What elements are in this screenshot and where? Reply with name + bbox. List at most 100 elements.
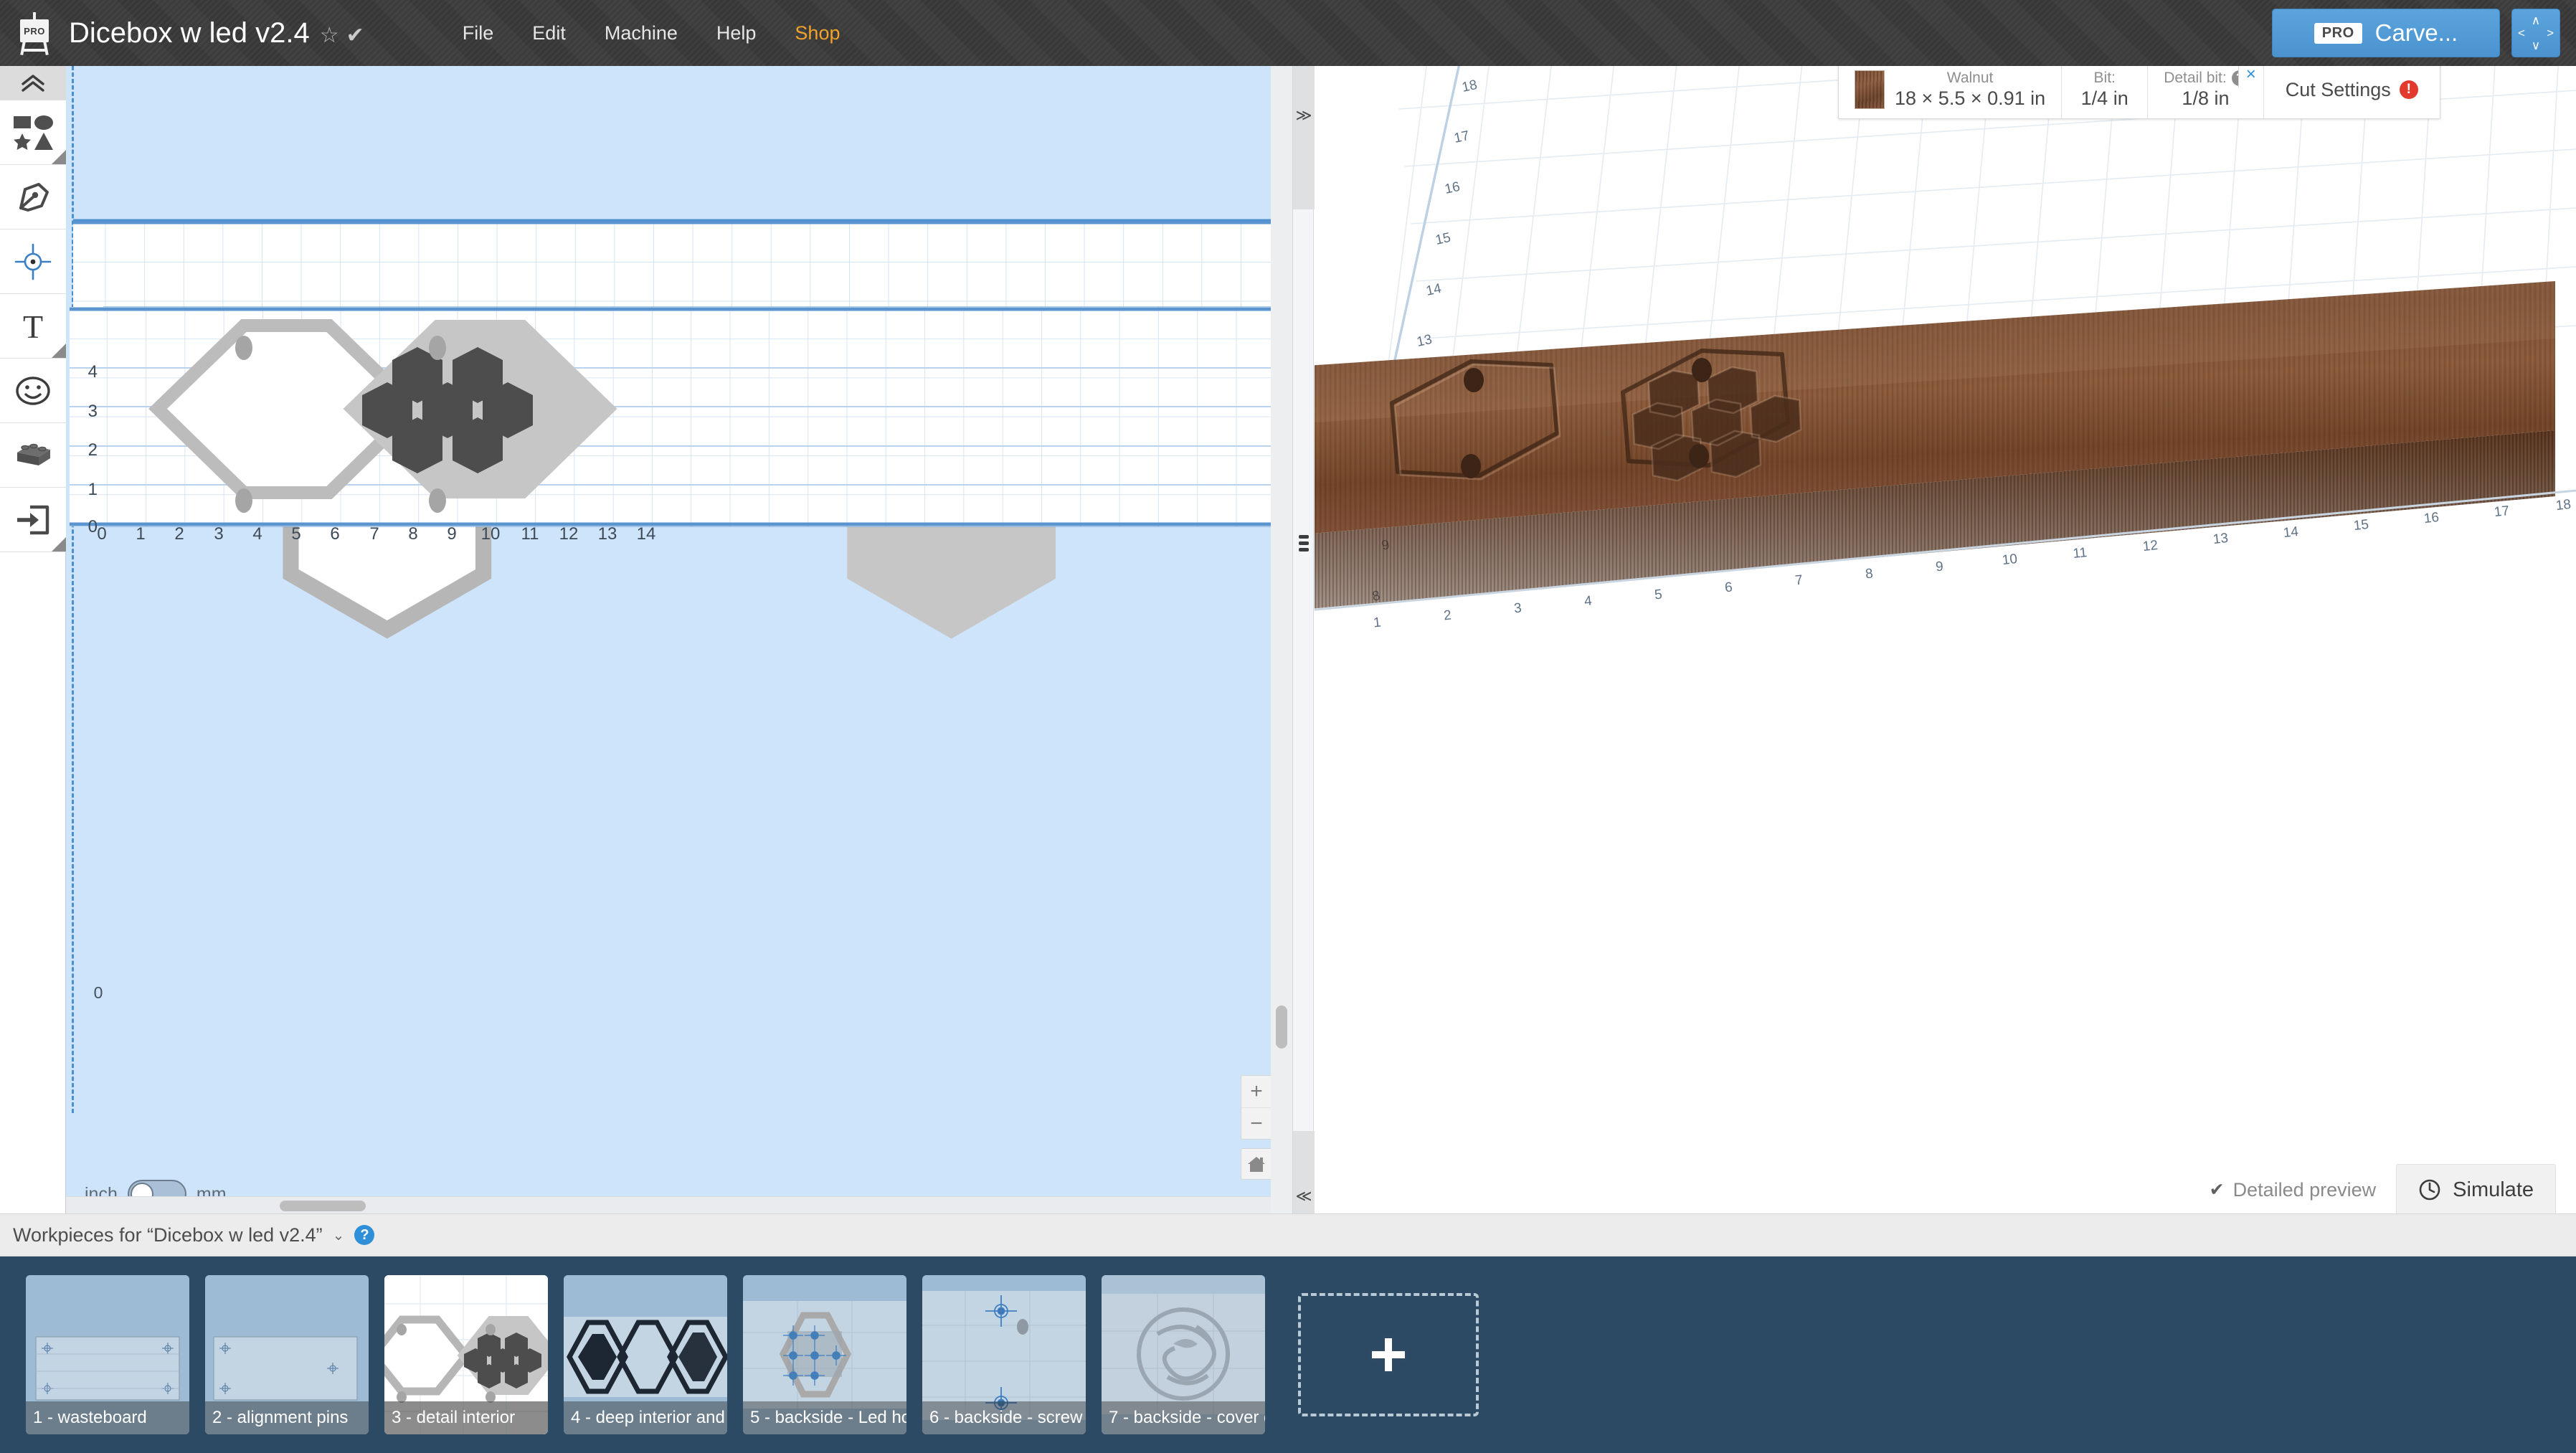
- shapes-more-corner[interactable]: [52, 150, 66, 164]
- svg-text:10: 10: [481, 524, 501, 544]
- preview-3d-svg[interactable]: 18 17 16 15 14 13 12 11 10 9 8: [1315, 66, 2576, 1231]
- logo-pro-text: PRO: [20, 19, 49, 42]
- svg-text:6: 6: [330, 524, 339, 544]
- canvas-vscroll-thumb[interactable]: [1276, 1005, 1287, 1049]
- lego-brick-icon: [13, 440, 53, 471]
- material-name: Walnut: [1947, 70, 1994, 87]
- workpieces-header: Workpieces for “Dicebox w led v2.4” ⌄ ?: [0, 1213, 2576, 1256]
- zoom-out-button[interactable]: −: [1241, 1107, 1272, 1139]
- dpad-left-icon: <: [2518, 27, 2525, 39]
- favorite-star-icon[interactable]: ☆: [320, 24, 339, 47]
- svg-text:9: 9: [1935, 559, 1944, 575]
- cut-settings-label: Cut Settings: [2286, 79, 2391, 101]
- canvas-vertical-scrollbar[interactable]: [1271, 66, 1292, 1231]
- svg-text:3: 3: [88, 402, 98, 421]
- add-workpiece-button[interactable]: [1298, 1293, 1479, 1416]
- menu-item-shop[interactable]: Shop: [775, 15, 859, 52]
- svg-text:18: 18: [2555, 497, 2572, 513]
- material-dimensions: 18 × 5.5 × 0.91 in: [1895, 87, 2045, 110]
- jog-dpad-button[interactable]: ∧ ∨ < >: [2511, 9, 2560, 57]
- dpad-right-icon: >: [2547, 27, 2554, 39]
- screw-hole-3: [1692, 358, 1712, 382]
- svg-text:14: 14: [2283, 524, 2300, 541]
- workpiece-label: 6 - backside - screw ...: [922, 1401, 1086, 1434]
- svg-text:15: 15: [2353, 517, 2369, 534]
- detailed-preview-toggle[interactable]: ✔ Detailed preview: [2210, 1179, 2377, 1201]
- splitter-drag-handle[interactable]: [1293, 511, 1315, 575]
- toolbar-shapes-button[interactable]: [0, 100, 66, 165]
- screw-hole-4: [1689, 444, 1709, 468]
- easel-pro-logo[interactable]: PRO: [16, 11, 53, 55]
- svg-text:13: 13: [1416, 332, 1434, 350]
- preview-3d-pane[interactable]: 18 17 16 15 14 13 12 11 10 9 8: [1315, 66, 2576, 1231]
- toolbar-collapse-button[interactable]: [0, 66, 66, 100]
- toolbar-import-button[interactable]: [0, 488, 66, 552]
- hex-pin-hole-bottom: [235, 488, 252, 513]
- svg-text:18: 18: [1461, 77, 1479, 95]
- workpiece-card-wasteboard[interactable]: 1 - wasteboard: [26, 1275, 189, 1434]
- menu-item-edit[interactable]: Edit: [513, 15, 585, 52]
- main-menu: File Edit Machine Help Shop: [443, 15, 860, 52]
- honeycomb-pin-hole-bottom: [429, 488, 446, 513]
- menu-item-help[interactable]: Help: [697, 15, 776, 52]
- saved-check-icon: ✔: [346, 24, 364, 47]
- bit-value: 1/4 in: [2081, 87, 2128, 110]
- text-t-icon: T: [17, 310, 49, 343]
- top-bar-actions: PRO Carve... ∧ ∨ < >: [2272, 9, 2560, 57]
- simulate-button[interactable]: Simulate: [2396, 1164, 2556, 1216]
- svg-text:9: 9: [447, 524, 456, 544]
- menu-item-machine[interactable]: Machine: [585, 15, 697, 52]
- cut-settings-button[interactable]: Cut Settings !: [2263, 61, 2440, 118]
- workpieces-help-icon[interactable]: ?: [354, 1225, 374, 1245]
- svg-text:2: 2: [88, 440, 98, 460]
- zoom-in-button[interactable]: +: [1241, 1076, 1272, 1107]
- carve-button[interactable]: PRO Carve...: [2272, 9, 2500, 57]
- workpieces-title: Workpieces for “Dicebox w led v2.4”: [13, 1224, 323, 1246]
- svg-text:2: 2: [1443, 608, 1452, 624]
- canvas-hscroll-thumb[interactable]: [280, 1201, 366, 1211]
- canvas-horizontal-scrollbar[interactable]: [66, 1196, 1292, 1213]
- canvas-home-button[interactable]: [1241, 1148, 1272, 1180]
- workpiece-card-deep-interior[interactable]: 4 - deep interior and ...: [564, 1275, 727, 1434]
- menu-item-file[interactable]: File: [443, 15, 513, 52]
- ruler-x: 012 345 678 91011 121314: [97, 524, 655, 544]
- svg-text:3: 3: [214, 524, 223, 544]
- import-arrow-icon: [14, 503, 52, 537]
- plus-icon: [1363, 1330, 1414, 1380]
- splitter-expand-right-button[interactable]: ≫: [1293, 66, 1315, 209]
- workpiece-card-led-holes[interactable]: 5 - backside - Led hol...: [743, 1275, 906, 1434]
- svg-text:T: T: [23, 310, 43, 343]
- material-selector[interactable]: Walnut 18 × 5.5 × 0.91 in: [1839, 61, 2061, 118]
- carve-button-label: Carve...: [2375, 19, 2458, 47]
- svg-text:11: 11: [2073, 545, 2088, 562]
- svg-text:8: 8: [408, 524, 417, 544]
- zoom-controls: + −: [1241, 1075, 1272, 1140]
- workpiece-card-detail-interior[interactable]: 3 - detail interior: [384, 1275, 548, 1434]
- pane-splitter[interactable]: ≫ ≪: [1292, 66, 1314, 1231]
- detail-bit-selector[interactable]: Detail bit:? 1/8 in ×: [2147, 61, 2263, 118]
- dpad-down-icon: ∨: [2532, 39, 2540, 52]
- shapes-icon: [12, 114, 54, 151]
- import-more-corner[interactable]: [52, 537, 66, 552]
- text-more-corner[interactable]: [52, 344, 66, 358]
- bit-selector[interactable]: Bit: 1/4 in: [2061, 61, 2147, 118]
- toolbar-text-button[interactable]: T: [0, 294, 66, 359]
- smiley-icon: [14, 374, 52, 407]
- svg-text:8: 8: [1865, 567, 1874, 582]
- workpiece-card-alignment-pins[interactable]: 2 - alignment pins: [205, 1275, 369, 1434]
- workpiece-card-screw-holes[interactable]: 6 - backside - screw ...: [922, 1275, 1086, 1434]
- design-layer[interactable]: 012 345 678 91011 121314 0 1 2 3 4: [66, 66, 1292, 1231]
- workpiece-card-cover-design[interactable]: 7 - backside - cover d...: [1102, 1275, 1265, 1434]
- workpiece-label: 4 - deep interior and ...: [564, 1401, 727, 1434]
- workpiece-label: 2 - alignment pins: [205, 1401, 369, 1434]
- toolbar-pen-button[interactable]: [0, 165, 66, 229]
- toolbar-origin-button[interactable]: [0, 229, 66, 294]
- svg-text:6: 6: [1724, 580, 1733, 596]
- svg-text:10: 10: [2002, 552, 2018, 568]
- design-canvas-2d[interactable]: 0: [66, 66, 1292, 1231]
- project-title[interactable]: Dicebox w led v2.4☆✔: [69, 17, 364, 49]
- drag-handle-icon: [1299, 535, 1309, 552]
- toolbar-3d-blocks-button[interactable]: [0, 423, 66, 488]
- toolbar-emoji-button[interactable]: [0, 359, 66, 423]
- workpieces-caret-icon[interactable]: ⌄: [333, 1226, 345, 1244]
